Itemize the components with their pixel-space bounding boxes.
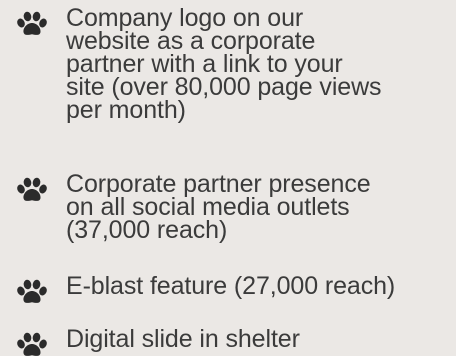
benefits-list: Company logo on our website as a corpora…: [0, 0, 456, 356]
paw-print-icon: [17, 177, 47, 201]
list-item-text: Company logo on our website as a corpora…: [66, 4, 382, 124]
list-item-text: E-blast feature (27,000 reach): [66, 272, 396, 300]
list-item-text: Corporate partner presence on all social…: [66, 170, 371, 244]
paw-print-icon: [17, 11, 47, 35]
list-item-text: Digital slide in shelter: [66, 325, 300, 353]
paw-print-icon: [17, 279, 47, 303]
paw-print-icon: [17, 332, 47, 356]
